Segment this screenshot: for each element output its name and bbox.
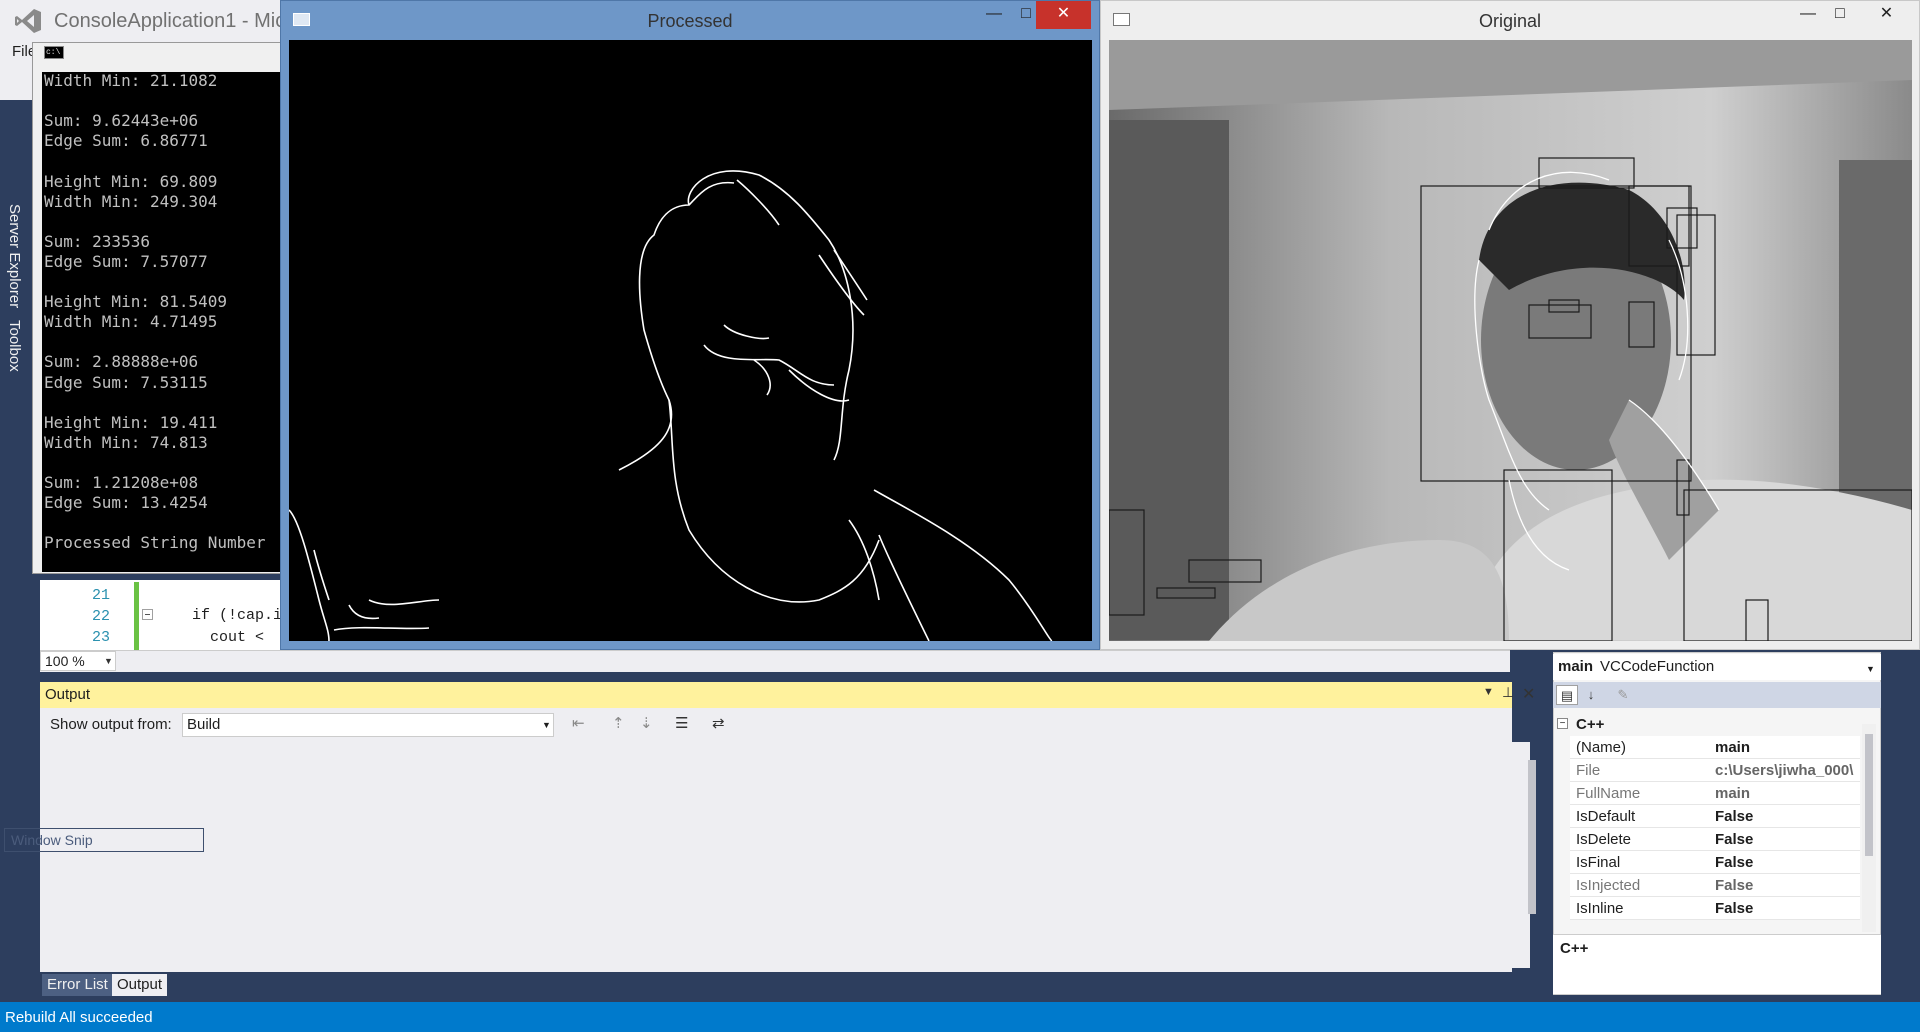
property-key: (Name) (1576, 739, 1627, 756)
vs-toolbar (0, 64, 36, 100)
output-text-area[interactable] (40, 742, 1530, 968)
output-scroll-thumb[interactable] (1528, 760, 1536, 914)
processed-window-title: Processed (647, 11, 733, 31)
right-dock-strip (1892, 650, 1920, 1002)
tab-error-list[interactable]: Error List (42, 974, 113, 996)
console-line: Width Min: 249.304 (44, 191, 218, 211)
property-key: FullName (1576, 785, 1641, 802)
property-value[interactable]: main (1715, 785, 1861, 802)
console-line: Height Min: 19.411 (44, 412, 218, 432)
properties-object-type: VCCodeFunction (1600, 658, 1715, 675)
tab-server-explorer[interactable]: Server Explorer (6, 204, 23, 308)
alphabetical-icon[interactable]: ↓ (1580, 685, 1602, 705)
property-value[interactable]: main (1715, 739, 1861, 756)
code-line[interactable]: if (!cap.i (192, 607, 282, 624)
change-indicator-bar (134, 582, 139, 650)
pin-icon[interactable]: ⊥ (1502, 684, 1514, 701)
chevron-down-icon[interactable]: ▼ (1483, 686, 1494, 698)
original-camera-image (1109, 40, 1912, 641)
chevron-down-icon[interactable]: ▼ (542, 720, 551, 730)
find-message-icon[interactable]: ⇤ (572, 714, 585, 732)
property-key: IsInline (1576, 900, 1624, 917)
console-line: Edge Sum: 7.53115 (44, 372, 208, 392)
output-source-select[interactable]: Build (182, 713, 554, 737)
property-key: File (1576, 762, 1601, 779)
property-value[interactable]: c:\Users\jiwha_000\ (1715, 762, 1861, 779)
vs-left-sidebar: Server Explorer Toolbox (0, 100, 30, 1000)
minimize-button[interactable]: — (979, 1, 1009, 29)
property-value[interactable]: False (1715, 900, 1861, 917)
processed-edge-image (289, 40, 1092, 641)
collapse-icon[interactable]: − (1557, 718, 1568, 729)
console-line: Sum: 1.21208e+08 (44, 473, 199, 492)
categorized-icon[interactable]: ▤ (1556, 685, 1578, 705)
next-message-icon[interactable]: ⇣ (640, 714, 653, 732)
collapse-icon[interactable] (142, 609, 153, 620)
console-line: Height Min: 69.809 (44, 171, 218, 191)
property-key: IsInjected (1576, 877, 1641, 894)
console-line: Width Min: 74.813 (44, 432, 208, 452)
console-line: Sum: 9.62443e+06 (44, 111, 199, 131)
properties-object-name: main (1558, 658, 1594, 675)
tab-output[interactable]: Output (112, 974, 168, 996)
maximize-button[interactable]: □ (1825, 1, 1855, 29)
output-panel-title: Output (45, 686, 91, 703)
bottom-tab-strip (40, 972, 1512, 996)
property-value[interactable]: False (1715, 854, 1861, 871)
vs-window-title: ConsoleApplication1 - Mic (54, 10, 286, 32)
close-button[interactable]: ✕ (1859, 1, 1914, 29)
line-number: 21 (91, 587, 110, 604)
previous-message-icon[interactable]: ⇡ (612, 714, 625, 732)
property-key: IsDelete (1576, 831, 1632, 848)
properties-toolbar (1553, 682, 1881, 708)
console-line: Edge Sum: 13.4254 (44, 493, 208, 513)
property-value[interactable]: False (1715, 808, 1861, 825)
minimize-button[interactable]: — (1793, 1, 1823, 29)
code-line[interactable]: cout < (192, 629, 264, 646)
console-line: Width Min: 4.71495 (44, 312, 218, 332)
console-line: Width Min: 21.1082 (44, 71, 218, 90)
console-line: Sum: 2.88888e+06 (44, 352, 199, 372)
properties-description-text: C++ (1560, 940, 1589, 957)
close-button[interactable]: ✕ (1036, 1, 1091, 29)
close-icon[interactable]: ✕ (1522, 684, 1535, 704)
chevron-down-icon[interactable]: ▼ (1866, 664, 1875, 674)
property-key: IsFinal (1576, 854, 1621, 871)
console-line: Sum: 233536 (44, 231, 150, 251)
tab-toolbox[interactable]: Toolbox (6, 320, 23, 372)
show-output-from-label: Show output from: (50, 716, 172, 733)
toggle-word-wrap-icon[interactable]: ⇄ (712, 714, 725, 732)
console-line: Height Min: 81.5409 (44, 292, 228, 312)
status-text: Rebuild All succeeded (5, 1009, 153, 1026)
window-snip-ghost: Window Snip (4, 828, 204, 852)
status-bar (0, 1002, 1920, 1032)
console-line: Processed String Number (44, 533, 266, 553)
console-line: Edge Sum: 6.86771 (44, 131, 208, 151)
console-icon: c:\ (44, 46, 64, 59)
chevron-down-icon[interactable]: ▼ (104, 656, 113, 666)
properties-scroll-thumb[interactable] (1865, 734, 1873, 856)
clear-all-icon[interactable]: ☰ (675, 714, 688, 732)
properties-category: C++ (1576, 716, 1605, 733)
output-panel-header (40, 682, 1512, 708)
property-key: IsDefault (1576, 808, 1636, 825)
visual-studio-logo-icon (15, 9, 41, 33)
line-number: 22 (91, 608, 110, 625)
property-value[interactable]: False (1715, 877, 1861, 894)
line-number: 23 (91, 629, 110, 646)
editor-status-strip (40, 650, 1510, 672)
console-line: Edge Sum: 7.57077 (44, 251, 208, 271)
property-value[interactable]: False (1715, 831, 1861, 848)
wrench-icon[interactable]: ✎ (1612, 685, 1634, 705)
properties-description (1553, 934, 1881, 994)
